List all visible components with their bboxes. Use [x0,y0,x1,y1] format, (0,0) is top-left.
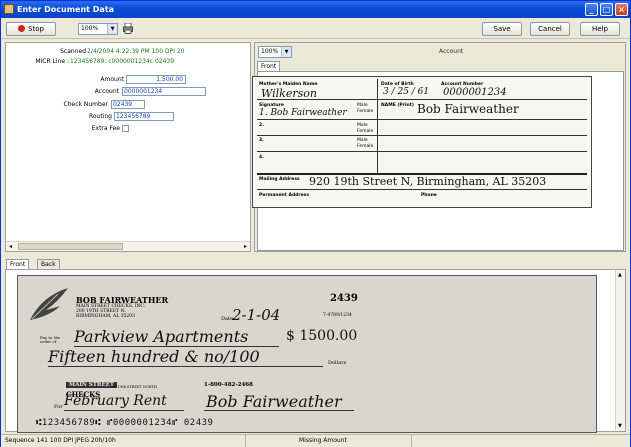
scroll-left-icon[interactable]: ◂ [9,243,12,250]
check-fraction: 7-4789/1234 [323,313,352,318]
check-signature: Bob Fairweather [206,392,342,411]
print-icon[interactable] [123,22,133,34]
check-amount: $ 1500.00 [286,328,358,344]
chevron-down-icon: ▼ [281,47,291,57]
form-divider [257,135,587,136]
extra-fee-label: Extra Fee [91,125,120,132]
check-date-value: 2-1-04 [232,306,281,324]
mailing-label: Mailing Address [259,177,300,182]
check-payto-label: Pay to the order of [40,335,61,344]
row-3-label: 3. [259,138,264,143]
scanned-label: Scanned [60,48,86,55]
account-number-value: 0000001234 [443,87,507,98]
check-number: 2439 [330,293,358,304]
check-memo-label: For [54,404,63,410]
zoom-value: 100% [81,25,99,32]
toolbar: Stop 100% ▼ Save Cancel Help [1,19,630,39]
cancel-button[interactable]: Cancel [530,22,570,36]
check-image: BOB FAIRWEATHER MAIN STREET CHECKS, INC.… [17,275,597,433]
account-form-image: Mother's Maiden Name Wilkerson Date of B… [252,76,592,208]
stop-button[interactable]: Stop [6,22,56,36]
data-entry-panel: Scanned 2/4/2004 4:22:39 PM 100 DPI 20 M… [5,42,251,252]
check-address-3: BIRMINGHAM, AL 35203 [76,314,136,319]
check-phone: 1-800-482-2468 [204,382,253,388]
maximize-icon[interactable]: □ [600,3,613,16]
check-bank-address: 100 19th STREET NORTH [110,385,157,389]
form-divider [257,119,587,120]
female-label: Female [357,129,374,134]
micr-label: MICR Line : [35,58,69,65]
memo-line [64,410,184,411]
logo-feather-icon [28,286,70,324]
window-title: Enter Document Data [17,5,115,14]
minimize-icon[interactable]: _ [585,3,598,16]
male-label: Male [357,138,368,143]
name-print-value: Bob Fairweather [417,102,519,116]
tab-front[interactable]: Front [6,259,30,269]
amount-label: Amount [100,76,124,83]
tab-back[interactable]: Back [37,259,60,269]
save-button[interactable]: Save [482,22,522,36]
stop-icon [18,25,26,32]
app-icon [4,4,14,14]
account-input[interactable]: 0000001234 [122,87,206,96]
check-number-label: Check Number [63,101,108,108]
preview-title: Account [439,48,464,55]
form-divider [257,189,587,190]
scroll-up-icon[interactable]: ▲ [618,272,622,278]
preview-zoom-select[interactable]: 100% ▼ [258,46,292,58]
form-divider [257,99,587,100]
chevron-down-icon: ▼ [107,24,117,34]
status-divider [411,435,412,447]
female-label: Female [357,144,374,149]
routing-input[interactable]: 123456789 [114,112,174,121]
row-4-label: 4. [259,155,264,160]
check-number-input[interactable]: 02439 [111,100,145,109]
horizontal-scrollbar[interactable]: ◂ ▸ [6,241,250,251]
form-divider [257,151,587,152]
title-bar: Enter Document Data _ □ × [1,1,630,18]
name-print-label: NAME (Print) [381,103,414,108]
close-icon[interactable]: × [615,3,628,16]
amount-input[interactable]: 1,500.00 [126,75,186,84]
routing-label: Routing [88,113,112,120]
signature-line [204,410,354,411]
mailing-value: 920 19th Street N, Birmingham, AL 35203 [309,175,547,188]
account-label: Account [94,88,119,95]
female-label: Female [357,109,374,114]
check-amount-words: Fifteen hundred & no/100 [48,347,260,366]
vertical-scrollbar[interactable]: ▲ ▼ [615,270,625,431]
status-divider [245,435,246,447]
signature-value: 1. Bob Fairweather [259,108,347,118]
micr-value: 123456789: c0000001234c 02439 [70,58,175,65]
dob-value: 3 / 25 / 61 [383,87,430,97]
stop-label: Stop [28,25,44,33]
permanent-label: Permanent Address [259,193,310,198]
status-message: Missing Amount [299,437,347,444]
status-sequence: Sequence 141 100 DPI JPEG 20h/10h [5,437,116,444]
phone-label: Phone [421,193,437,198]
scanned-value: 2/4/2004 4:22:39 PM 100 DPI 20 [87,48,185,55]
status-bar: Sequence 141 100 DPI JPEG 20h/10h Missin… [1,434,630,447]
scroll-down-icon[interactable]: ▼ [618,423,622,429]
document-window: Enter Document Data _ □ × Stop 100% ▼ Sa… [0,0,631,447]
preview-zoom-value: 100% [261,48,279,55]
scroll-right-icon[interactable]: ▸ [244,243,247,250]
words-line [48,366,323,367]
check-dollars-label: Dollars [328,360,347,366]
male-label: Male [357,103,368,108]
form-vertical-divider [377,79,378,175]
row-2-label: 2. [259,123,264,128]
zoom-select[interactable]: 100% ▼ [78,23,118,35]
check-micr-line: ⑆123456789⑆ ⑈0000001234⑈ 02439 [36,418,214,428]
tab-preview-front[interactable]: Front [257,61,281,71]
check-payee: Parkview Apartments [74,327,249,346]
help-button[interactable]: Help [580,22,620,36]
check-memo: February Rent [64,393,167,409]
male-label: Male [357,123,368,128]
scroll-thumb[interactable] [18,243,123,250]
extra-fee-checkbox[interactable] [122,125,129,132]
